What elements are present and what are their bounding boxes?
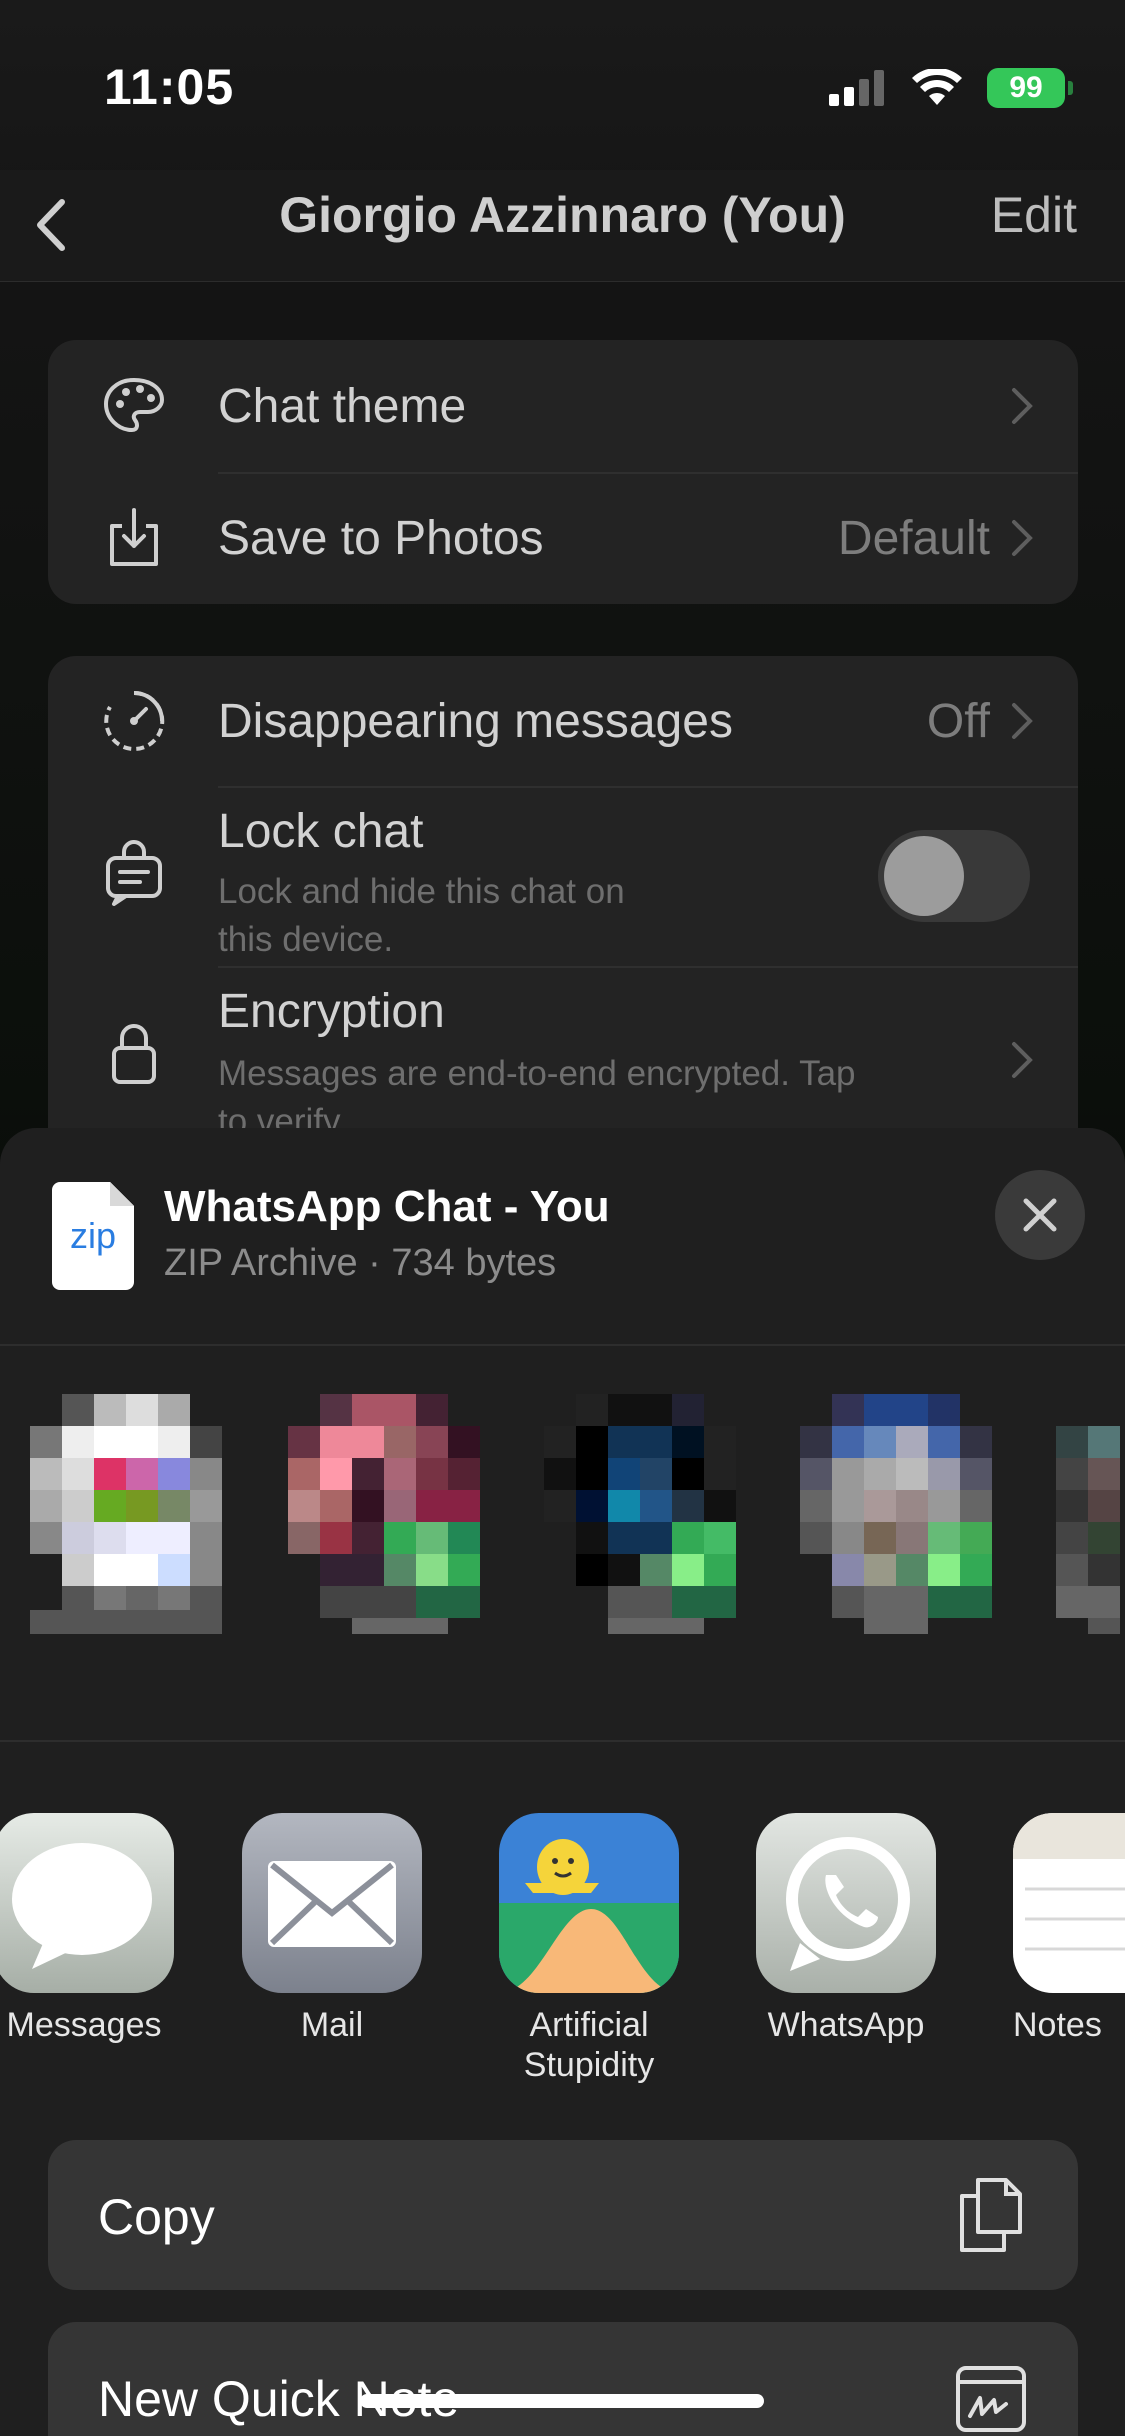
quick-note-icon <box>956 2366 1026 2432</box>
zip-file-icon: zip <box>52 1182 134 1290</box>
redacted-avatar <box>288 1394 480 1634</box>
chat-lock-icon <box>106 840 162 906</box>
close-share-sheet-button[interactable] <box>995 1170 1085 1260</box>
messages-icon <box>0 1813 174 1993</box>
share-apps-row: Messages Mail Artificial Stupidity Whats… <box>0 1813 1125 2103</box>
battery-indicator: 99 <box>987 68 1073 108</box>
contact-suggestion[interactable] <box>30 1394 254 1634</box>
divider <box>0 1740 1125 1742</box>
nav-bar: Giorgio Azzinnaro (You) Edit <box>0 170 1125 282</box>
redacted-avatar <box>544 1394 736 1634</box>
share-app-notes[interactable]: Notes <box>993 1813 1125 2045</box>
chat-theme-label: Chat theme <box>218 379 467 433</box>
chat-theme-row[interactable]: Chat theme <box>48 340 1078 472</box>
timer-icon <box>104 690 165 751</box>
battery-level: 99 <box>1009 71 1043 104</box>
lock-chat-row: Lock chat Lock and hide this chat on thi… <box>48 786 1078 966</box>
notes-icon <box>1013 1813 1125 1993</box>
save-to-photos-label: Save to Photos <box>218 511 544 565</box>
disappearing-messages-row[interactable]: Disappearing messages Off <box>48 656 1078 786</box>
redacted-avatar <box>1056 1426 1120 1634</box>
lock-chat-toggle[interactable] <box>878 830 1030 922</box>
app-label-line2: Stupidity <box>523 2046 655 2084</box>
save-download-icon <box>110 508 158 566</box>
artificial-stupidity-icon <box>499 1813 679 1993</box>
share-app-mail[interactable]: Mail <box>222 1813 442 2045</box>
close-icon <box>1023 1198 1057 1232</box>
app-label: Notes <box>1013 2006 1102 2044</box>
encryption-description-line1: Messages are end-to-end encrypted. Tap <box>218 1054 856 1093</box>
home-indicator[interactable] <box>360 2394 764 2408</box>
contact-suggestions-row <box>0 1394 1125 1634</box>
chevron-right-icon <box>1012 1042 1033 1078</box>
page-title: Giorgio Azzinnaro (You) <box>279 187 846 243</box>
redacted-avatar <box>800 1394 992 1634</box>
chevron-right-icon <box>1012 388 1033 424</box>
disappearing-messages-value: Off <box>926 694 990 748</box>
contact-suggestion[interactable] <box>544 1394 768 1634</box>
share-sheet: zip WhatsApp Chat - You ZIP Archive · 73… <box>0 1128 1125 2436</box>
shared-file-title: WhatsApp Chat - You <box>164 1182 610 1231</box>
disappearing-messages-label: Disappearing messages <box>218 694 733 748</box>
app-label: WhatsApp <box>767 2006 925 2044</box>
shared-file-subtitle: ZIP Archive · 734 bytes <box>164 1242 557 1284</box>
lock-chat-description-line1: Lock and hide this chat on <box>218 872 625 911</box>
app-label: Mail <box>300 2006 364 2044</box>
chevron-right-icon <box>1012 703 1033 739</box>
copy-action-label: Copy <box>98 2189 215 2245</box>
edit-button[interactable]: Edit <box>991 186 1077 244</box>
share-app-artificial-stupidity[interactable]: Artificial Stupidity <box>479 1813 699 2085</box>
status-time: 11:05 <box>104 59 235 115</box>
lock-chat-label: Lock chat <box>218 805 424 858</box>
contact-suggestion[interactable] <box>800 1394 1024 1634</box>
wifi-icon <box>912 69 962 105</box>
status-icons: 99 <box>829 68 1073 108</box>
toggle-knob <box>884 836 964 916</box>
app-label: Messages <box>6 2006 162 2044</box>
mail-icon <box>242 1813 422 1993</box>
new-quick-note-action[interactable]: New Quick Note <box>48 2322 1078 2436</box>
app-label-line1: Artificial <box>529 2006 649 2044</box>
encryption-label: Encryption <box>218 985 445 1038</box>
divider <box>0 1344 1125 1346</box>
settings-card-appearance: Chat theme Save to Photos Default <box>48 340 1078 604</box>
lock-chat-description-line2: this device. <box>218 920 394 959</box>
copy-icon <box>960 2178 1022 2252</box>
chat-info-screen: 11:05 99 Giorgio Azzinnaro (You) Edit Ch… <box>0 0 1125 1200</box>
chevron-right-icon <box>1012 520 1033 556</box>
copy-action[interactable]: Copy <box>48 2140 1078 2290</box>
contact-suggestion[interactable] <box>1056 1394 1125 1634</box>
whatsapp-icon <box>756 1813 936 1993</box>
share-app-messages[interactable]: Messages <box>0 1813 194 2045</box>
save-to-photos-row[interactable]: Save to Photos Default <box>48 472 1078 604</box>
padlock-icon <box>112 1024 156 1084</box>
redacted-avatar <box>30 1394 222 1634</box>
zip-file-icon-text: zip <box>69 1215 117 1256</box>
settings-card-privacy: Disappearing messages Off Lock chat Lock… <box>48 656 1078 1156</box>
contact-suggestion[interactable] <box>288 1394 512 1634</box>
save-to-photos-value: Default <box>837 511 990 565</box>
share-app-whatsapp[interactable]: WhatsApp <box>736 1813 956 2045</box>
palette-icon <box>103 377 165 433</box>
cellular-signal-icon <box>829 70 884 106</box>
